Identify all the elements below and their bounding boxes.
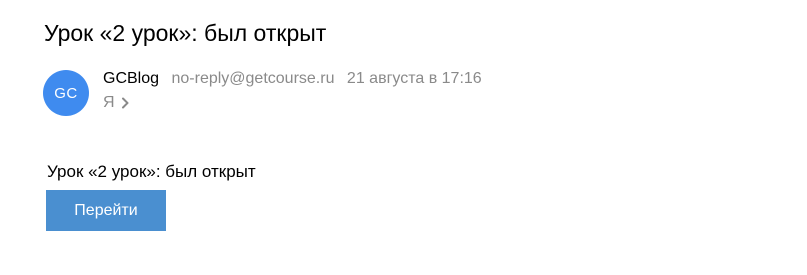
sender-email[interactable]: no-reply@getcourse.ru bbox=[171, 70, 334, 87]
email-body-text: Урок «2 урок»: был открыт bbox=[47, 162, 256, 181]
sender-line: GCBlog no-reply@getcourse.ru 21 августа … bbox=[103, 68, 482, 90]
avatar-initials: GC bbox=[54, 84, 78, 102]
go-button[interactable]: Перейти bbox=[46, 190, 166, 231]
sender-name[interactable]: GCBlog bbox=[103, 70, 159, 87]
email-subject: Урок «2 урок»: был открыт bbox=[44, 20, 327, 46]
sent-date: 21 августа в 17:16 bbox=[346, 70, 482, 87]
recipient-label: Я bbox=[103, 94, 115, 111]
recipient-toggle[interactable]: Я bbox=[103, 92, 129, 114]
chevron-right-icon bbox=[121, 97, 129, 109]
sender-avatar[interactable]: GC bbox=[43, 70, 89, 116]
